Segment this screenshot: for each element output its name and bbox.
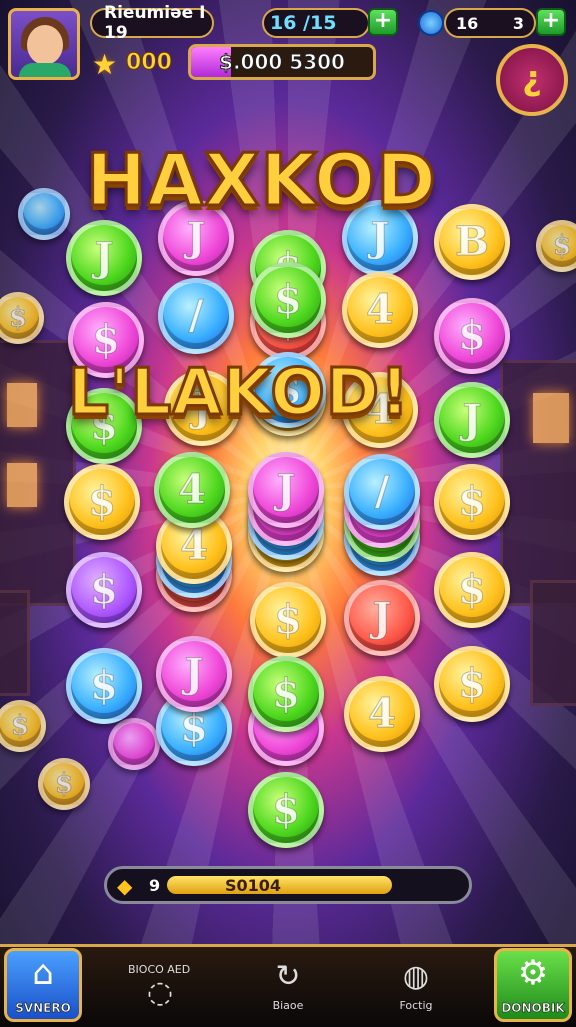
star-icon: ★ — [92, 48, 118, 81]
coin-tile[interactable]: $ — [250, 262, 326, 338]
xp-text: $.000 5300 — [219, 50, 346, 75]
player-name: Rieumiәe I 19 — [104, 3, 206, 43]
energy-counter: 16 /15 — [262, 8, 370, 38]
building-window — [533, 393, 569, 443]
coin-tile[interactable]: $ — [250, 582, 326, 658]
nav-item-3-label: Foctig — [399, 999, 433, 1012]
progress-count: 9 — [149, 876, 161, 895]
menu-glyph: ¿ — [522, 59, 542, 99]
coin-tile[interactable]: B — [434, 204, 510, 280]
coin-tile[interactable]: $ — [248, 772, 324, 848]
building-left — [0, 340, 76, 606]
avatar-face — [27, 25, 63, 65]
energy-value: 16 /15 — [270, 12, 337, 34]
bg-coin: $ — [38, 758, 90, 810]
coin-tile[interactable]: 4 — [344, 676, 420, 752]
gear-icon: ⚙ — [517, 953, 549, 993]
add-energy-button[interactable]: + — [368, 8, 398, 36]
refresh-icon: ↻ — [275, 959, 301, 994]
coin-tile[interactable]: $ — [434, 464, 510, 540]
banner-title: HAXKOD — [84, 137, 438, 224]
gem-icon — [418, 10, 444, 36]
coin-tile[interactable]: $ — [66, 648, 142, 724]
coin-tile[interactable]: 4 — [342, 272, 418, 348]
nav-item-2[interactable]: ↻ Biaoe — [248, 960, 328, 1013]
coin-tile[interactable]: 4 — [154, 452, 230, 528]
banner-subtitle: L'LAKOD! — [66, 355, 411, 432]
coin-tile[interactable]: $ — [64, 464, 140, 540]
nav-settings-button[interactable]: ⚙ DONOBIK — [494, 948, 572, 1022]
gem-counter: 16 3 — [444, 8, 536, 38]
nav-item-3[interactable]: ◍ Foctig — [376, 960, 456, 1013]
coin-tile[interactable]: $ — [248, 656, 324, 732]
add-gems-button[interactable]: + — [536, 8, 566, 36]
nav-home-label: SVNERO — [15, 1001, 71, 1016]
building-window — [7, 383, 37, 427]
building-window — [7, 463, 37, 507]
coin-tile[interactable]: / — [158, 278, 234, 354]
coin-tile[interactable]: / — [344, 454, 420, 530]
progress-icon: ◆ — [117, 874, 133, 898]
nav-item-1[interactable]: ◌ — [120, 976, 200, 1010]
coin-tile[interactable]: J — [434, 382, 510, 458]
level-progress-bar: ◆ 9 S0104 — [104, 866, 472, 904]
coin-tile[interactable]: $ — [66, 552, 142, 628]
bg-coin — [108, 718, 160, 770]
coin-tile[interactable]: J — [156, 636, 232, 712]
building-right — [500, 360, 576, 606]
coin-tile[interactable]: $ — [434, 552, 510, 628]
coin-tile[interactable]: $ — [434, 646, 510, 722]
avatar-shirt — [19, 63, 71, 77]
gem-value: 3 — [512, 13, 524, 33]
player-name-plate: Rieumiәe I 19 — [90, 3, 214, 43]
coin-tile[interactable]: $ — [434, 298, 510, 374]
bag-icon: ◌ — [146, 975, 174, 1010]
home-icon: ⌂ — [32, 953, 54, 993]
coin-tile[interactable]: J — [66, 220, 142, 296]
arcade-machine — [0, 590, 30, 696]
progress-value: S0104 — [225, 876, 282, 895]
nav-settings-label: DONOBIK — [501, 1001, 565, 1016]
nav-item-2-label: Biaoe — [272, 999, 304, 1012]
arcade-machine — [530, 580, 576, 706]
xp-bar: $.000 5300 — [188, 44, 376, 80]
star-count: 000 — [126, 50, 173, 76]
gem-label: 16 — [456, 13, 479, 33]
bg-coin — [18, 188, 70, 240]
coin-tile[interactable]: J — [344, 580, 420, 656]
shop-menu-button[interactable]: ¿ — [496, 44, 568, 116]
nav-home-button[interactable]: ⌂ SVNERO — [4, 948, 82, 1022]
player-avatar[interactable] — [8, 8, 80, 80]
coin-tile[interactable]: J — [248, 452, 324, 528]
gift-icon: ◍ — [402, 959, 430, 994]
